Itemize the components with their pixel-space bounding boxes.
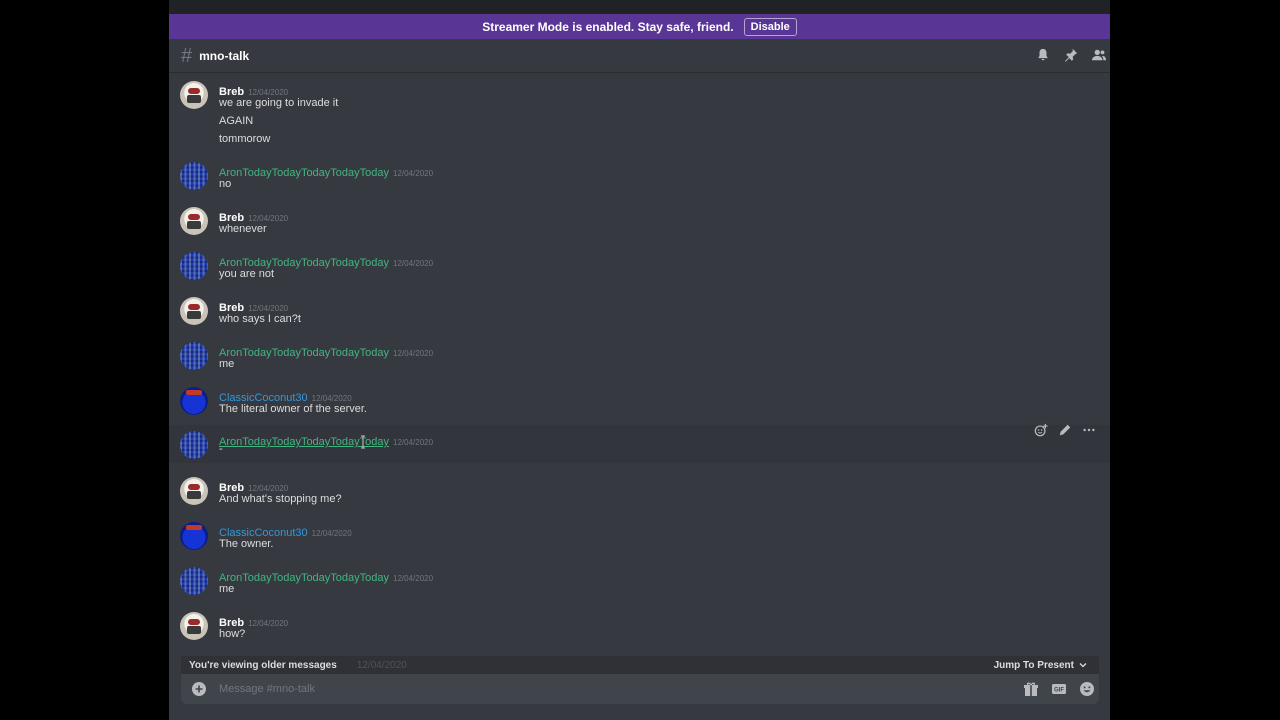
older-messages-date: 12/04/2020 <box>356 659 407 671</box>
timestamp: 12/04/2020 <box>311 394 352 403</box>
message-text: tommorow <box>219 133 271 145</box>
message-group: Breb 12/04/2020 we are going to invade it… <box>169 76 1110 150</box>
avatar[interactable] <box>180 522 208 550</box>
message-text: you are not <box>219 268 275 280</box>
message-list: Breb 12/04/2020 we are going to invade it… <box>169 76 1110 656</box>
avatar[interactable] <box>180 207 208 235</box>
message-text: we are going to invade it <box>219 97 339 109</box>
disable-streamer-mode-button[interactable]: Disable <box>743 17 797 36</box>
message-group: AronTodayTodayTodayTodayToday 12/04/2020 … <box>169 562 1110 600</box>
jump-to-present-button[interactable]: Jump To Present <box>994 660 1087 671</box>
pin-icon[interactable] <box>1064 48 1078 62</box>
gif-icon[interactable]: GIF <box>1051 681 1067 697</box>
timestamp: 12/04/2020 <box>393 349 434 358</box>
avatar[interactable] <box>180 252 208 280</box>
avatar[interactable] <box>180 342 208 370</box>
timestamp: 12/04/2020 <box>311 529 352 538</box>
title-strip <box>169 0 1110 14</box>
username[interactable]: AronTodayTodayTodayTodayToday <box>219 572 389 584</box>
message-text: who says I can?t <box>219 313 301 325</box>
svg-text:GIF: GIF <box>1054 688 1064 694</box>
timestamp: 12/04/2020 <box>248 484 289 493</box>
message-actions <box>1034 423 1096 437</box>
older-messages-text: You're viewing older messages <box>189 659 337 671</box>
emoji-icon[interactable] <box>1079 681 1095 697</box>
add-reaction-icon[interactable] <box>1034 423 1048 437</box>
channel-hash-icon: # <box>181 44 193 67</box>
message-text: AGAIN <box>219 115 254 127</box>
message-group: ClassicCoconut30 12/04/2020 The owner. <box>169 517 1110 555</box>
username[interactable]: AronTodayTodayTodayTodayToday <box>219 347 389 359</box>
message-group: Breb 12/04/2020 how? <box>169 607 1110 645</box>
avatar[interactable] <box>180 477 208 505</box>
avatar[interactable] <box>180 612 208 640</box>
avatar[interactable] <box>180 431 208 459</box>
timestamp: 12/04/2020 <box>248 88 289 97</box>
timestamp: 12/04/2020 <box>393 169 434 178</box>
message-text: The literal owner of the server. <box>219 403 367 415</box>
timestamp: 12/04/2020 <box>393 574 434 583</box>
timestamp: 12/04/2020 <box>248 619 289 628</box>
edit-icon[interactable] <box>1058 423 1072 437</box>
message-composer: Message #mno-talk GIF <box>181 674 1099 704</box>
message-text: me <box>219 583 235 595</box>
members-icon[interactable] <box>1092 48 1106 62</box>
timestamp: 12/04/2020 <box>248 304 289 313</box>
avatar[interactable] <box>180 162 208 190</box>
text-cursor-icon <box>361 435 365 449</box>
message-text: The owner. <box>219 538 274 550</box>
username[interactable]: AronTodayTodayTodayTodayToday <box>219 167 389 179</box>
message-text: - <box>219 443 223 455</box>
chevron-down-icon <box>1079 663 1087 668</box>
message-group: ClassicCoconut30 12/04/2020 The literal o… <box>169 382 1110 420</box>
streamer-mode-text: Streamer Mode is enabled. Stay safe, fri… <box>482 19 734 34</box>
avatar[interactable] <box>180 297 208 325</box>
message-text: whenever <box>219 223 267 235</box>
bell-icon[interactable] <box>1036 48 1050 62</box>
message-group: Breb 12/04/2020 whenever <box>169 202 1110 240</box>
older-messages-bar: You're viewing older messages 12/04/2020… <box>181 656 1099 674</box>
message-text: me <box>219 358 235 370</box>
avatar[interactable] <box>180 567 208 595</box>
timestamp: 12/04/2020 <box>248 214 289 223</box>
avatar[interactable] <box>180 387 208 415</box>
message-text: And what's stopping me? <box>219 493 342 505</box>
discord-window: Streamer Mode is enabled. Stay safe, fri… <box>169 0 1110 720</box>
message-group-hovered: AronTodayTodayTodayTodayToday 12/04/2020 … <box>169 423 1110 463</box>
message-group: AronTodayTodayTodayTodayToday 12/04/2020 … <box>169 247 1110 285</box>
message-group: Breb 12/04/2020 who says I can?t <box>169 292 1110 330</box>
message-input[interactable]: Message #mno-talk <box>219 683 315 695</box>
channel-header: # mno-talk <box>169 39 1110 73</box>
timestamp: 12/04/2020 <box>393 259 434 268</box>
attach-plus-icon[interactable] <box>192 682 206 696</box>
message-group: AronTodayTodayTodayTodayToday 12/04/2020 … <box>169 337 1110 375</box>
message-text: no <box>219 178 232 190</box>
channel-name: mno-talk <box>199 48 250 63</box>
message-group: Breb 12/04/2020 And what's stopping me? <box>169 472 1110 510</box>
avatar[interactable] <box>180 81 208 109</box>
streamer-mode-banner: Streamer Mode is enabled. Stay safe, fri… <box>169 14 1110 39</box>
jump-to-present-label: Jump To Present <box>993 659 1074 671</box>
message-group: AronTodayTodayTodayTodayToday 12/04/2020 … <box>169 157 1110 195</box>
more-icon[interactable] <box>1082 423 1096 437</box>
message-text: how? <box>219 628 246 640</box>
timestamp: 12/04/2020 <box>393 438 434 447</box>
gift-icon[interactable] <box>1023 681 1039 697</box>
